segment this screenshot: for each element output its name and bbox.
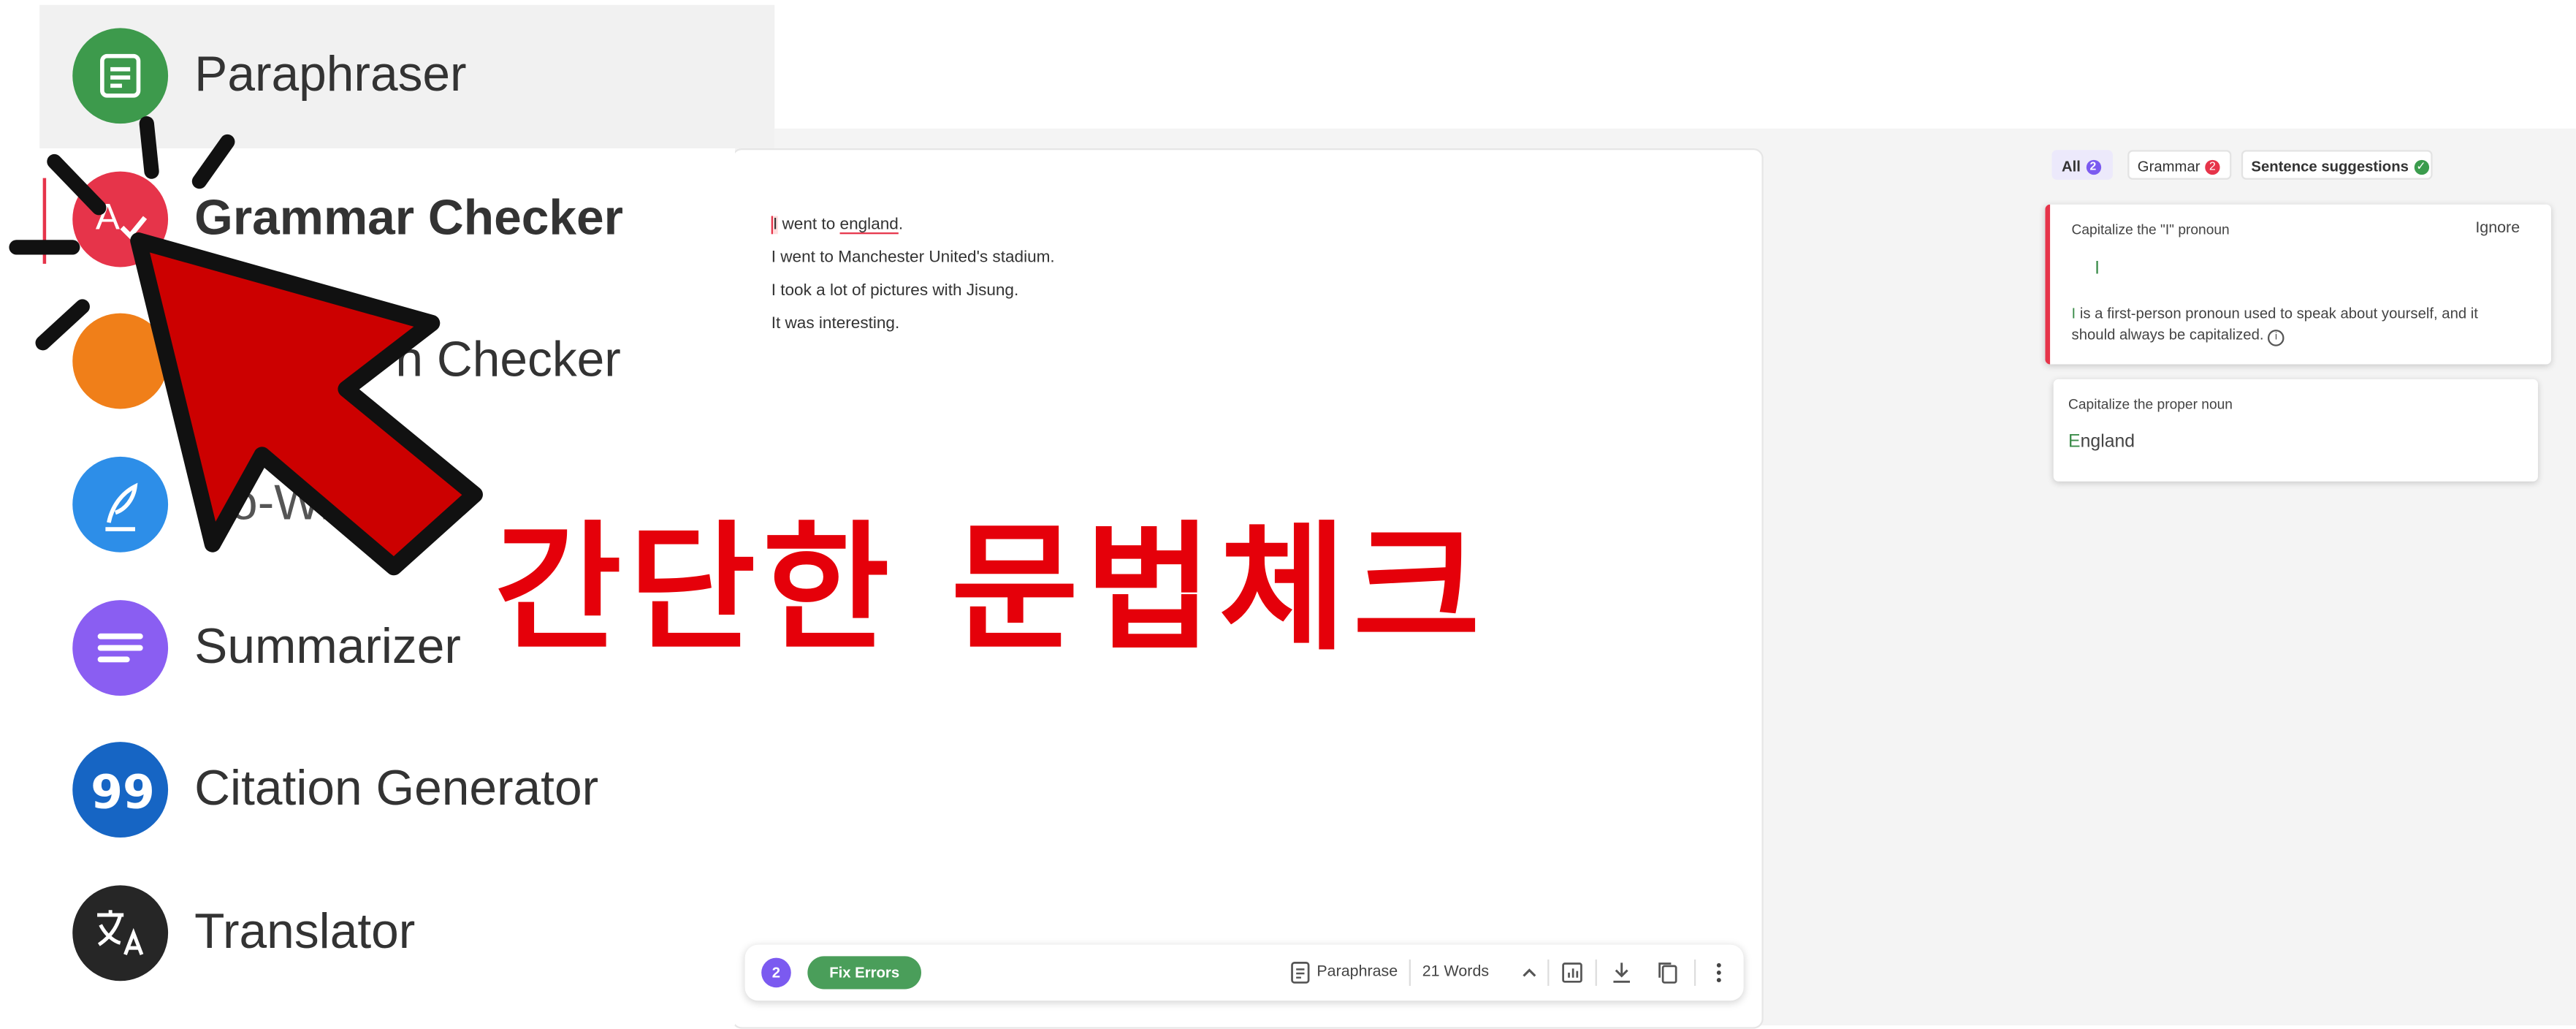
editor-line: I took a lot of pictures with Jisung. <box>771 281 1019 300</box>
ignore-button[interactable]: Ignore <box>2475 219 2520 238</box>
sidebar-item-label: Translator <box>194 905 416 960</box>
info-icon[interactable]: i <box>2268 329 2285 346</box>
editor-line: It was interesting. <box>771 314 900 333</box>
statistics-icon[interactable] <box>1558 958 1588 988</box>
error-count-badge: 2 <box>761 957 791 988</box>
sparkle-line <box>35 299 90 351</box>
toolbar-divider <box>1693 959 1696 986</box>
error-highlight-england[interactable]: england <box>840 216 899 235</box>
red-arrow <box>130 232 483 576</box>
word-count: 21 Words <box>1422 962 1490 981</box>
card-description: I is a first-person pronoun used to spea… <box>2072 303 2525 346</box>
paraphrase-icon <box>1286 958 1316 988</box>
translate-icon <box>72 885 169 981</box>
editor-line: I went to england. <box>771 216 903 235</box>
suggestion-card[interactable]: Capitalize the proper noun England <box>2053 379 2538 482</box>
chevron-up-icon[interactable] <box>1514 958 1544 988</box>
check-icon: ✓ <box>2413 159 2428 175</box>
svg-text:99: 99 <box>91 764 155 819</box>
tab-all-count: 2 <box>2085 159 2101 175</box>
toolbar-divider <box>1595 959 1597 986</box>
editor-line: I went to Manchester United's stadium. <box>771 248 1055 267</box>
toolbar-divider <box>1409 959 1411 986</box>
error-highlight-i[interactable]: I <box>771 216 778 235</box>
sidebar-item-citation-generator[interactable]: 99 Citation Generator <box>72 742 731 840</box>
tab-grammar-count: 2 <box>2205 159 2220 175</box>
suggested-correction[interactable]: England <box>2068 432 2135 452</box>
card-title: Capitalize the proper noun <box>2068 395 2233 412</box>
annotation-headline: 간단한 문법체크 <box>494 507 1487 669</box>
tab-sentence-suggestions[interactable]: Sentence suggestions ✓ <box>2241 150 2433 180</box>
sidebar-item-label: Citation Generator <box>194 762 599 816</box>
more-options-icon[interactable] <box>1704 958 1734 988</box>
suggestion-card[interactable]: Capitalize the "I" pronoun Ignore I I is… <box>2045 204 2551 365</box>
paraphrase-button[interactable]: Paraphrase <box>1316 958 1398 988</box>
copy-icon[interactable] <box>1653 958 1683 988</box>
toolbar-divider <box>1547 959 1550 986</box>
tab-all[interactable]: All 2 <box>2051 150 2113 180</box>
tab-grammar[interactable]: Grammar 2 <box>2127 150 2232 180</box>
sidebar-item-translator[interactable]: Translator <box>72 885 731 984</box>
sparkle-line <box>191 134 235 189</box>
download-icon[interactable] <box>1607 958 1636 988</box>
quote-icon: 99 <box>72 742 169 838</box>
card-title: Capitalize the "I" pronoun <box>2071 221 2230 238</box>
sparkle-line <box>139 116 159 179</box>
suggested-correction[interactable]: I <box>2095 259 2100 278</box>
editor-toolbar: 2 Fix Errors Paraphrase 21 Words <box>744 944 1744 1001</box>
sparkle-line <box>47 153 107 216</box>
fix-errors-button[interactable]: Fix Errors <box>807 956 921 990</box>
